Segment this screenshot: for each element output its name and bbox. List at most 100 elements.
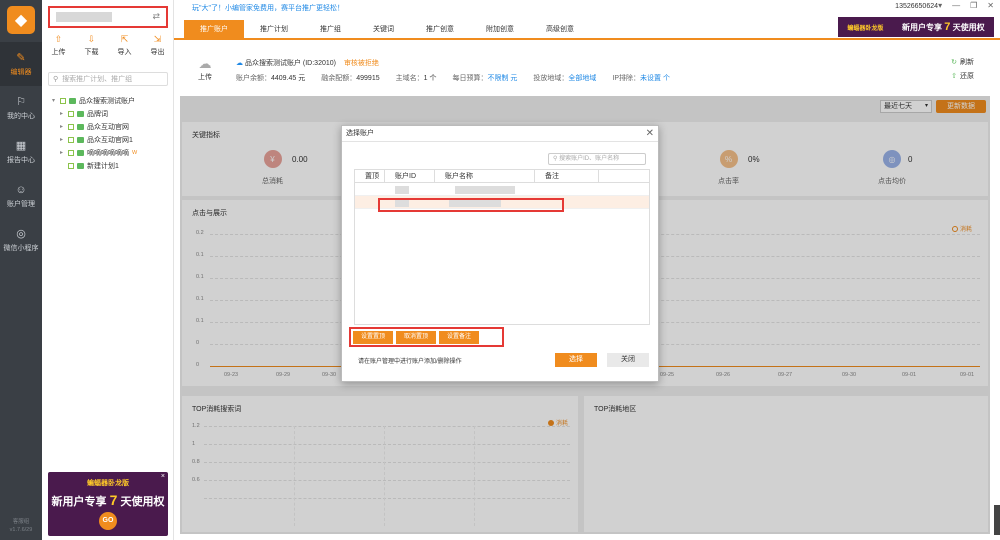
select-button[interactable]: 选择: [555, 353, 597, 367]
promo-go-button[interactable]: GO: [99, 512, 117, 530]
miniprogram-icon: ◎: [16, 228, 26, 240]
maximize-icon[interactable]: ❐: [970, 1, 977, 10]
import-button[interactable]: ⇱ 导入: [118, 34, 132, 64]
tab-group[interactable]: 推广组: [304, 20, 357, 38]
rail-item-account-mgmt[interactable]: ☺ 账户管理: [0, 174, 42, 218]
export-label: 导出: [150, 49, 165, 56]
account-search-input[interactable]: ⚲ 搜索账户ID、账户名称: [548, 153, 646, 165]
restore-button[interactable]: ⇧ 还原: [951, 70, 974, 84]
field-value: 499915: [356, 75, 380, 82]
chevron-down-icon[interactable]: ▾: [52, 97, 60, 104]
rail-item-label: 编辑器: [10, 69, 32, 76]
close-icon[interactable]: ✕: [987, 1, 994, 10]
switch-icon[interactable]: ⇄: [152, 11, 160, 22]
upload-label: 上传: [51, 49, 66, 56]
chevron-right-icon[interactable]: ▸: [60, 110, 68, 117]
download-button[interactable]: ⇩ 下载: [85, 34, 99, 64]
pin-actions: 设置置顶 取消置顶 设置备注: [349, 327, 504, 347]
close-icon[interactable]: ×: [161, 473, 165, 480]
promo-banner[interactable]: 蝙蝠器卧龙版 新用户专享 7 天使用权: [838, 17, 994, 37]
upload-icon: ⇧: [54, 34, 63, 44]
cloud-upload-button[interactable]: ☁ 上传: [190, 56, 220, 82]
search-placeholder: 搜索账户ID、账户名称: [559, 156, 620, 162]
rail-item-my-center[interactable]: ⚐ 我的中心: [0, 86, 42, 130]
user-icon: ☺: [15, 183, 27, 196]
sidebar-toolbar: ⇧ 上传 ⇩ 下载 ⇱ 导入 ⇲ 导出: [42, 34, 174, 64]
tab-underline: [174, 38, 1000, 40]
tree-node-account[interactable]: ▾ 品众搜索测试账户: [52, 94, 172, 107]
import-label: 导入: [117, 49, 132, 56]
tree-node-label: 品众互动官网1: [87, 136, 133, 144]
unpin-button[interactable]: 取消置顶: [396, 331, 437, 344]
rail-item-label: 我的中心: [7, 113, 35, 120]
chevron-right-icon[interactable]: ▸: [60, 136, 68, 143]
account-table: 置顶 账户ID 账户名称 备注: [354, 169, 650, 325]
tab-account[interactable]: 推广账户: [184, 20, 244, 38]
dialog-header: 选择账户 ✕: [342, 126, 658, 142]
top-bar: 玩"大"了！小编管家免费用，赛平台推广更轻松！ 13526650624 ▾ — …: [174, 0, 1000, 14]
account-name-redacted: [56, 12, 112, 22]
table-row[interactable]: [355, 183, 649, 196]
tree-node-label: 新建计划1: [87, 162, 119, 170]
tree-node-plan[interactable]: ▸ 品众互动官网: [52, 120, 172, 133]
download-label: 下载: [84, 49, 99, 56]
field-value-link[interactable]: 不限制 元: [487, 75, 517, 82]
field-ip-exclude: IP排除：未设置 个: [612, 73, 670, 83]
restore-icon: ⇧: [951, 73, 957, 80]
rail-item-reports[interactable]: ▦ 报告中心: [0, 130, 42, 174]
redacted-cell: [395, 186, 409, 194]
minimize-icon[interactable]: —: [952, 1, 960, 10]
folder-icon: [77, 162, 84, 169]
tab-creative[interactable]: 推广创意: [410, 20, 470, 38]
account-switcher[interactable]: ⇄: [48, 6, 168, 28]
tree-node-label: 品众互动官网: [87, 123, 129, 131]
tab-plan[interactable]: 推广计划: [244, 20, 304, 38]
promo-text-b: 天使用权: [120, 496, 165, 508]
tree-checkbox[interactable]: [68, 136, 74, 143]
field-budget: 每日预算：不限制 元: [452, 73, 517, 83]
promo-card[interactable]: × 蝙蝠器卧龙版 新用户专享 7 天使用权 GO: [48, 472, 168, 536]
field-value-link[interactable]: 未设置 个: [640, 75, 670, 82]
tree-checkbox[interactable]: [68, 149, 74, 156]
tree-checkbox[interactable]: [68, 123, 74, 130]
rail-item-label: 账户管理: [7, 200, 35, 208]
close-icon[interactable]: ✕: [646, 126, 654, 142]
chevron-right-icon[interactable]: ▸: [60, 149, 68, 156]
dropdown-icon[interactable]: ▾: [938, 1, 942, 10]
tab-keyword[interactable]: 关键词: [357, 20, 410, 38]
account-status: 审核被拒绝: [343, 60, 379, 67]
tree-checkbox[interactable]: [60, 97, 66, 104]
cloud-upload-icon: ☁: [198, 56, 212, 71]
notice-link[interactable]: 玩"大"了！小编管家免费用，赛平台推广更轻松！: [192, 3, 344, 13]
promo-headline: 新用户专享 7 天使用权: [48, 492, 168, 509]
tree-node-plan[interactable]: ▸ 嘀嘀嘀嘀嘀嘀 W: [52, 146, 172, 159]
export-button[interactable]: ⇲ 导出: [151, 34, 165, 64]
tree-node-plan[interactable]: ▸ 品众互动官网1: [52, 133, 172, 146]
field-value-link[interactable]: 全部地域: [568, 75, 596, 82]
set-pin-button[interactable]: 设置置顶: [353, 331, 394, 344]
plan-search-input[interactable]: ⚲ 搜索推广计划、推广组: [48, 72, 168, 86]
rail-item-wechat-miniprogram[interactable]: ◎ 微信小程序: [0, 218, 42, 262]
tree-checkbox[interactable]: [68, 162, 74, 169]
flag-icon: ⚐: [16, 96, 26, 108]
refresh-button[interactable]: ↻ 刷新: [951, 56, 974, 70]
field-value: 1 个: [423, 75, 437, 82]
tab-extra-creative[interactable]: 附加创意: [470, 20, 530, 38]
tree-node-plan[interactable]: ▸ 品牌词: [52, 107, 172, 120]
export-icon: ⇲: [153, 34, 162, 44]
tree-node-plan[interactable]: 新建计划1: [52, 159, 172, 172]
main-tabs: 推广账户 推广计划 推广组 关键词 推广创意 附加创意 高级创意: [184, 20, 744, 38]
rail-item-editor[interactable]: ✎ 编辑器: [0, 42, 42, 86]
scrollbar[interactable]: [994, 505, 1000, 535]
promo-number: 7: [109, 492, 118, 508]
tab-advanced-creative[interactable]: 高级创意: [530, 20, 590, 38]
tree-checkbox[interactable]: [68, 110, 74, 117]
close-button[interactable]: 关闭: [607, 353, 649, 367]
upload-button[interactable]: ⇧ 上传: [52, 34, 66, 64]
rail-item-label: 报告中心: [7, 157, 35, 164]
tree-node-label: 品牌词: [87, 110, 108, 118]
app-logo-icon: ◆: [7, 6, 35, 34]
set-note-button[interactable]: 设置备注: [439, 331, 480, 344]
chevron-right-icon[interactable]: ▸: [60, 123, 68, 130]
field-label: 主域名：: [395, 75, 424, 82]
